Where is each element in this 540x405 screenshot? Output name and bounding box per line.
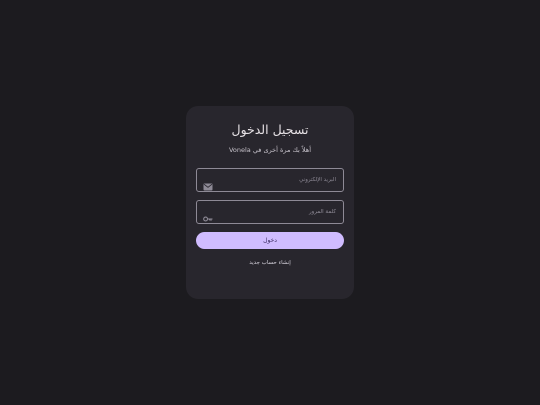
login-card: تسجيل الدخول أهلاً بك مرة أخرى في Vonela… bbox=[186, 106, 354, 299]
password-field[interactable]: كلمة المرور bbox=[196, 200, 344, 224]
login-button[interactable]: دخول bbox=[196, 232, 344, 249]
password-placeholder: كلمة المرور bbox=[308, 209, 336, 215]
page-title: تسجيل الدخول bbox=[231, 122, 309, 137]
mail-icon bbox=[203, 176, 213, 191]
welcome-subtitle: أهلاً بك مرة أخرى في Vonela bbox=[228, 146, 312, 154]
email-placeholder: البريد الإلكتروني bbox=[299, 177, 336, 183]
key-icon bbox=[203, 208, 213, 222]
create-account-link[interactable]: إنشاء حساب جديد bbox=[186, 259, 354, 267]
email-field[interactable]: البريد الإلكتروني bbox=[196, 168, 344, 192]
